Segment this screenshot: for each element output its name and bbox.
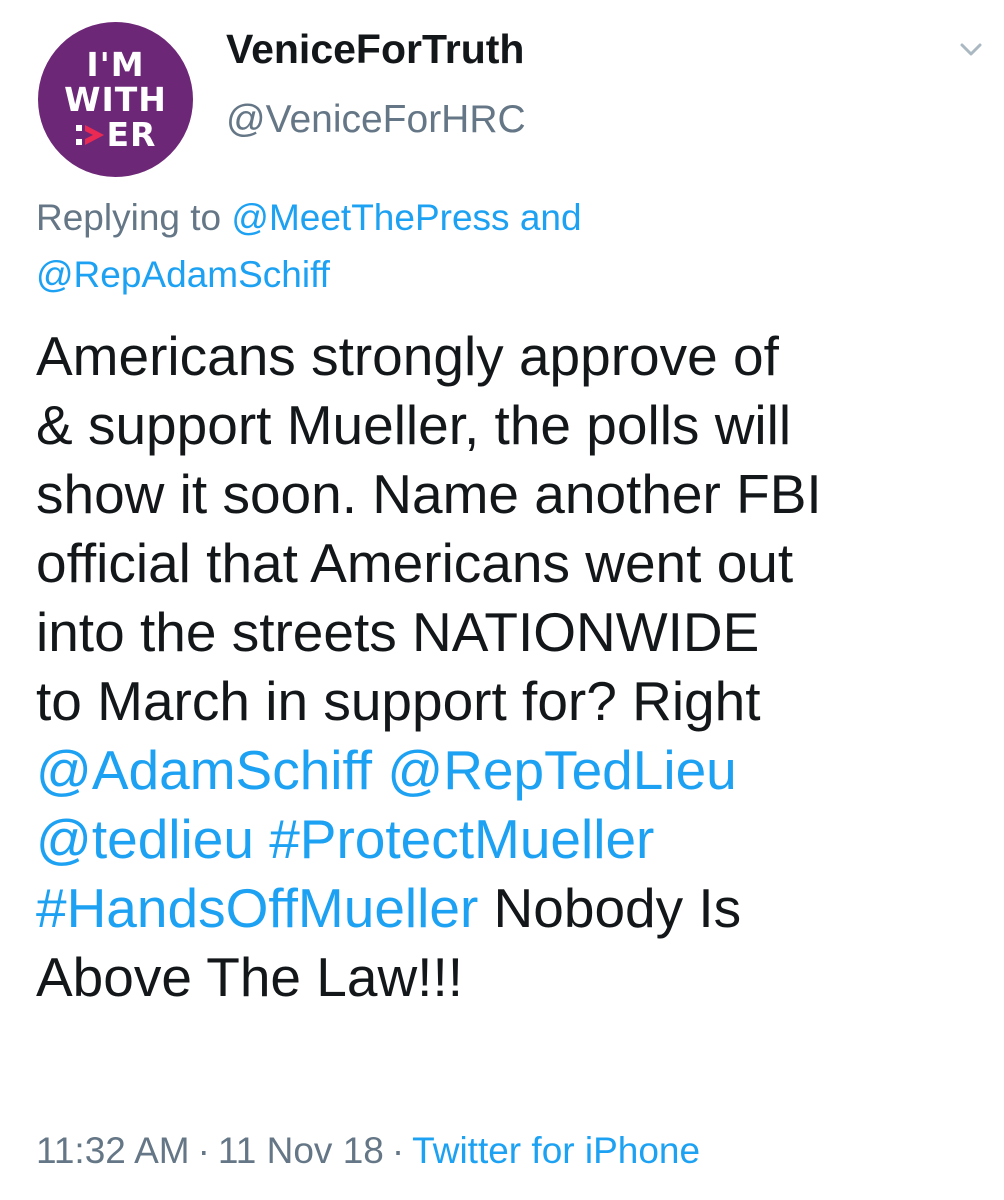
tweet-text-line: into the streets NATIONWIDE bbox=[36, 601, 760, 663]
hashtag-protectmueller[interactable]: #ProtectMueller bbox=[269, 808, 654, 870]
tweet-text-line: to March in support for? Right bbox=[36, 670, 761, 732]
avatar-text-line1: I'M bbox=[86, 45, 145, 84]
tweet-card: I'M WITH ER VeniceForTruth @VeniceForHRC… bbox=[0, 0, 1004, 1200]
tweet-text-line: Americans strongly approve of bbox=[36, 325, 779, 387]
mention-tedlieu[interactable]: @tedlieu bbox=[36, 808, 254, 870]
mention-repadamschiff[interactable]: @RepAdamSchiff bbox=[36, 254, 330, 295]
tweet-text-line: @tedlieu #ProtectMueller bbox=[36, 805, 986, 874]
tweet-text-line: @AdamSchiff @RepTedLieu bbox=[36, 736, 986, 805]
user-handle[interactable]: @VeniceForHRC bbox=[226, 98, 526, 142]
tweet-text-line: Above The Law!!! bbox=[36, 946, 464, 1008]
avatar-text-line3: ER bbox=[106, 115, 157, 154]
mention-meetthepress[interactable]: @MeetThePress bbox=[231, 197, 509, 238]
replying-to-line: Replying to @MeetThePress and bbox=[36, 197, 582, 239]
avatar-text-line2: WITH bbox=[64, 80, 167, 119]
tweet-text-line: show it soon. Name another FBI bbox=[36, 463, 822, 525]
tweet-text-line: official that Americans went out bbox=[36, 532, 794, 594]
avatar-text-line3-row: ER bbox=[75, 118, 157, 151]
tweet-meta: 11:32 AM · 11 Nov 18 · Twitter for iPhone bbox=[36, 1130, 700, 1172]
meta-separator: · bbox=[197, 1130, 210, 1171]
tweet-text-tail: Nobody Is bbox=[478, 877, 742, 939]
mention-adamschiff[interactable]: @AdamSchiff bbox=[36, 739, 372, 801]
arrow-right-icon bbox=[75, 124, 104, 145]
mention-reptedlieu[interactable]: @RepTedLieu bbox=[387, 739, 736, 801]
hashtag-handsoffmueller[interactable]: #HandsOffMueller bbox=[36, 877, 478, 939]
replying-to-label: Replying to bbox=[36, 197, 232, 238]
meta-separator: · bbox=[391, 1130, 405, 1171]
display-name[interactable]: VeniceForTruth bbox=[226, 26, 524, 73]
tweet-text: Americans strongly approve of & support … bbox=[36, 322, 986, 1012]
tweet-date[interactable]: 11 Nov 18 bbox=[218, 1130, 384, 1171]
replying-to-and[interactable]: and bbox=[510, 197, 582, 238]
tweet-time[interactable]: 11:32 AM bbox=[36, 1130, 190, 1171]
tweet-text-line: #HandsOffMueller Nobody Is bbox=[36, 874, 986, 943]
chevron-down-icon[interactable] bbox=[956, 34, 986, 64]
replying-to-line-2: @RepAdamSchiff bbox=[36, 254, 330, 296]
tweet-source[interactable]: Twitter for iPhone bbox=[412, 1130, 700, 1171]
tweet-text-line: & support Mueller, the polls will bbox=[36, 394, 792, 456]
avatar[interactable]: I'M WITH ER bbox=[38, 22, 193, 177]
